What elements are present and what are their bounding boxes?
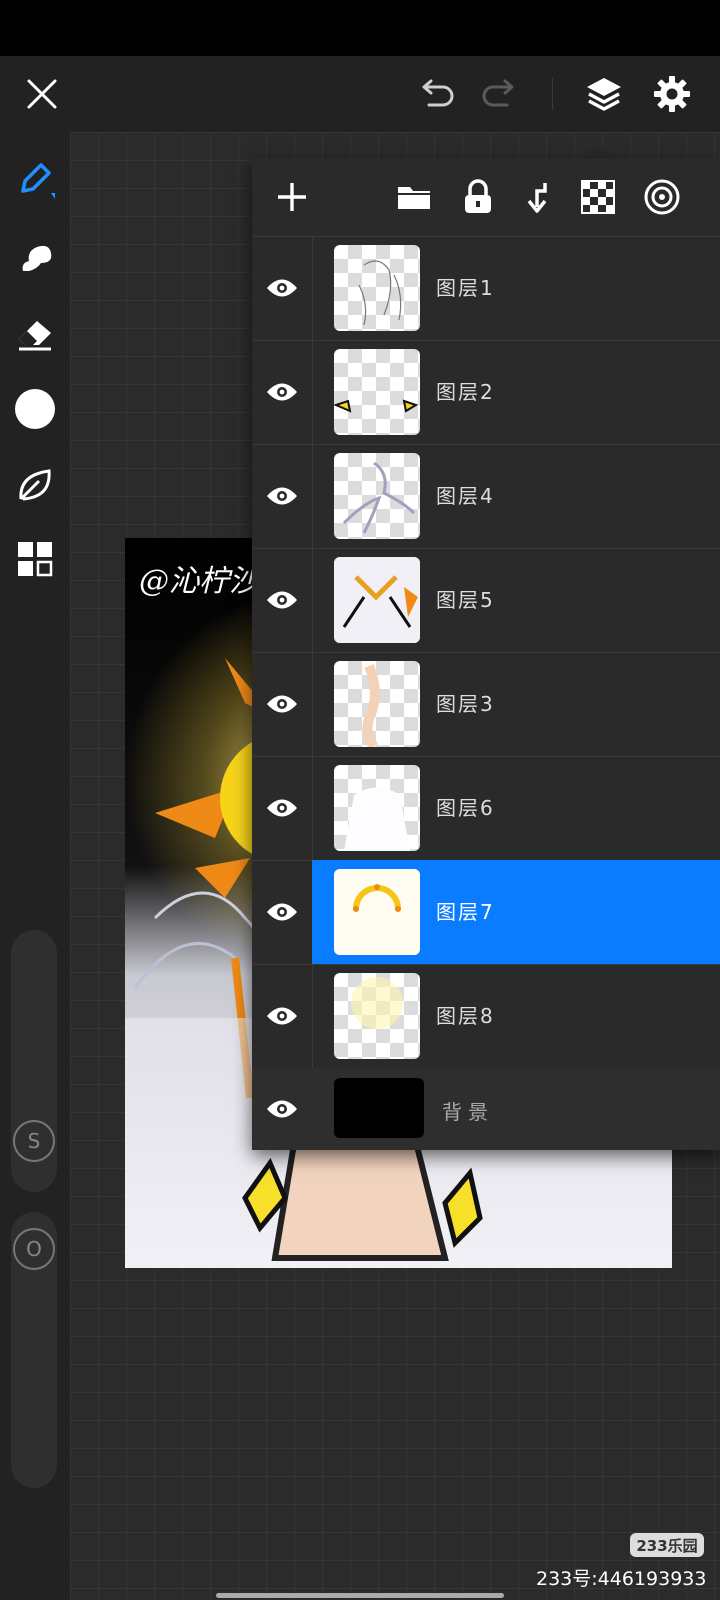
visibility-eye-icon[interactable]	[252, 756, 313, 860]
layer-name: 图层5	[436, 588, 495, 612]
layer-name: 图层3	[436, 692, 495, 716]
opacity-knob[interactable]: O	[13, 1228, 55, 1270]
layer-name: 图层1	[436, 276, 495, 300]
close-icon[interactable]	[20, 72, 64, 116]
signature-text: @沁柠沙	[139, 564, 259, 599]
target-icon[interactable]	[642, 177, 682, 217]
layer-thumbnail	[334, 245, 420, 331]
eraser-icon[interactable]	[10, 308, 60, 358]
layer-thumbnail	[334, 1078, 424, 1138]
leaf-icon[interactable]	[10, 460, 60, 510]
merge-down-icon[interactable]	[518, 177, 558, 217]
visibility-eye-icon[interactable]	[252, 236, 313, 340]
layer-name: 图层2	[436, 380, 495, 404]
layer-thumbnail	[334, 765, 420, 851]
smudge-icon[interactable]	[10, 232, 60, 282]
tool-sidebar: S O	[0, 132, 70, 1600]
layer-row-main-selected[interactable]: 图层7	[312, 860, 720, 964]
layers-toolbar	[252, 158, 720, 237]
layer-row[interactable]: 图层8	[252, 964, 720, 1069]
brush-icon[interactable]	[10, 154, 60, 204]
layer-row-main[interactable]: 图层1	[312, 236, 720, 340]
gear-icon[interactable]	[648, 70, 696, 118]
layer-row[interactable]: 图层5	[252, 548, 720, 653]
layer-thumbnail	[334, 661, 420, 747]
lock-icon[interactable]	[458, 177, 498, 217]
layer-name: 图层8	[436, 1004, 495, 1028]
status-bar	[0, 0, 720, 56]
layer-row-main[interactable]: 图层3	[312, 652, 720, 756]
layer-row[interactable]: 图层1	[252, 236, 720, 341]
layer-row-main[interactable]: 图层6	[312, 756, 720, 860]
visibility-eye-icon[interactable]	[252, 964, 313, 1068]
size-slider[interactable]: S	[11, 930, 57, 1192]
layer-row[interactable]: 图层6	[252, 756, 720, 861]
layer-name: 图层4	[436, 484, 495, 508]
opacity-slider[interactable]: O	[11, 1212, 57, 1488]
watermark-badge: 233乐园	[630, 1533, 704, 1557]
top-toolbar	[0, 56, 720, 132]
add-layer-icon[interactable]	[272, 177, 312, 217]
size-knob[interactable]: S	[13, 1120, 55, 1162]
transparency-icon[interactable]	[578, 177, 618, 217]
layers-icon[interactable]	[580, 70, 628, 118]
layer-row[interactable]: 背景	[252, 1068, 720, 1150]
layer-thumbnail	[334, 349, 420, 435]
layer-row[interactable]: 图层4	[252, 444, 720, 549]
visibility-eye-icon[interactable]	[252, 548, 313, 652]
panel-pointer	[585, 142, 613, 158]
layer-thumbnail	[334, 973, 420, 1059]
toolbar-divider	[552, 78, 553, 110]
layer-row-main[interactable]: 图层5	[312, 548, 720, 652]
visibility-eye-icon[interactable]	[252, 860, 313, 964]
layer-row-main[interactable]: 图层8	[312, 964, 720, 1068]
layer-row-main[interactable]: 图层4	[312, 444, 720, 548]
layer-thumbnail	[334, 869, 420, 955]
layer-thumbnail	[334, 453, 420, 539]
color-swatch-circle	[15, 389, 55, 429]
layer-name: 背景	[442, 1100, 494, 1124]
watermark-id: 233号:446193933	[536, 1568, 707, 1590]
color-swatch[interactable]	[10, 384, 60, 434]
folder-icon[interactable]	[394, 177, 434, 217]
layer-row[interactable]: 图层7	[252, 860, 720, 965]
grid-icon[interactable]	[10, 534, 60, 584]
layer-row-main[interactable]: 图层2	[312, 340, 720, 444]
layer-name: 图层7	[436, 900, 495, 924]
home-indicator[interactable]	[216, 1593, 504, 1598]
visibility-eye-icon[interactable]	[252, 1068, 312, 1150]
layer-name: 图层6	[436, 796, 495, 820]
visibility-eye-icon[interactable]	[252, 444, 313, 548]
visibility-eye-icon[interactable]	[252, 652, 313, 756]
layers-panel: 图层1 图层2 图层4 图层5 图层3 图层6 图层7 图层8 背景	[252, 158, 720, 1150]
layer-row-main[interactable]: 背景	[312, 1068, 720, 1150]
redo-icon[interactable]	[478, 72, 522, 116]
visibility-eye-icon[interactable]	[252, 340, 313, 444]
layer-thumbnail	[334, 557, 420, 643]
undo-icon[interactable]	[414, 72, 458, 116]
layer-row[interactable]: 图层3	[252, 652, 720, 757]
layer-row[interactable]: 图层2	[252, 340, 720, 445]
